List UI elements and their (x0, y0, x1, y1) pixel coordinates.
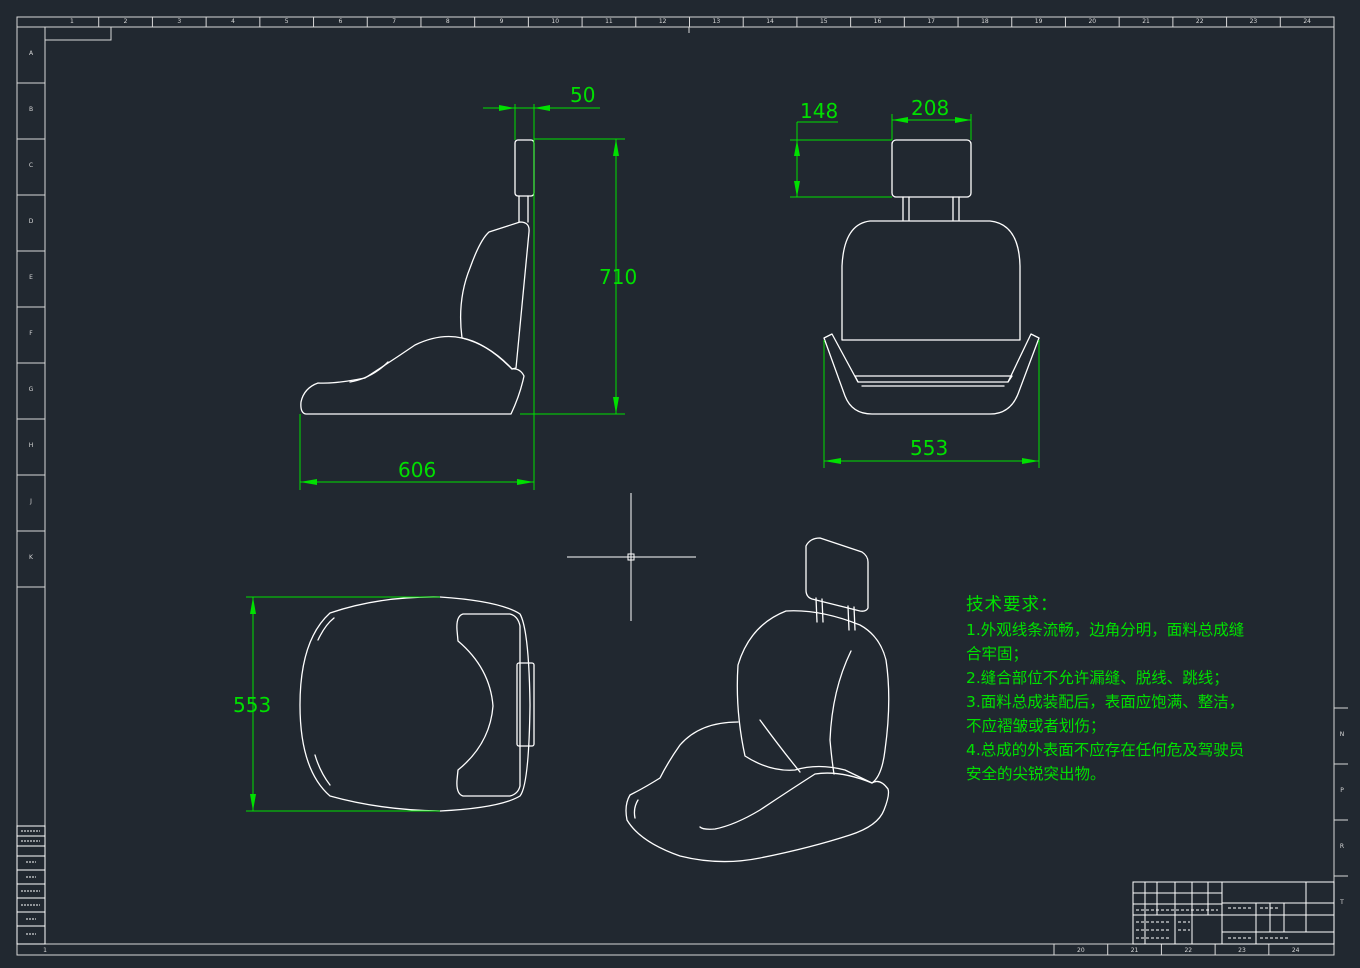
dim-text-side-depth: 606 (398, 458, 436, 482)
dim-text-front-width: 553 (910, 436, 948, 460)
dim-side-depth: 606 (299, 108, 535, 490)
ruler-label: 1 (43, 947, 47, 954)
technical-requirements: 技术要求： 1.外观线条流畅，边角分明，面料总成缝 合牢固； 2.缝合部位不允许… (966, 592, 1296, 786)
ruler-label: H (29, 442, 34, 449)
dim-headrest-thickness: 50 (483, 83, 600, 140)
revision-block (16, 825, 46, 945)
ruler-label: 24 (1292, 947, 1300, 954)
technical-requirement-line: 安全的尖锐突出物。 (966, 765, 1106, 783)
technical-requirement-line: 合牢固； (966, 645, 1029, 663)
ruler-label: 20 (1077, 947, 1085, 954)
ruler-label: 5 (285, 18, 289, 25)
ruler-left: A B C D E F G H J K (17, 50, 45, 588)
ruler-label: J (29, 498, 32, 505)
ruler-label: 11 (605, 18, 613, 25)
ruler-label: 14 (766, 18, 774, 25)
ruler-label: 23 (1238, 947, 1246, 954)
technical-requirement-line: 1.外观线条流畅，边角分明，面料总成缝 (966, 621, 1245, 639)
ruler-label: P (1340, 787, 1344, 794)
dim-side-height: 710 (520, 138, 637, 415)
seat-isometric-view (625, 537, 890, 863)
ruler-label: 1 (70, 18, 74, 25)
ruler-label: 2 (124, 18, 128, 25)
dim-text-front-headrest-height: 148 (800, 99, 838, 123)
ruler-label: 23 (1250, 18, 1258, 25)
ruler-label: F (29, 330, 33, 337)
ruler-label: 16 (874, 18, 882, 25)
dim-text-headrest-thickness: 50 (570, 83, 595, 107)
technical-requirements-title: 技术要求： (966, 595, 1059, 615)
ruler-label: 7 (392, 18, 396, 25)
ruler-label: 19 (1035, 18, 1043, 25)
ruler-label: 22 (1196, 18, 1204, 25)
ruler-label: 12 (659, 18, 667, 25)
dim-front-headrest-width: 208 (891, 96, 972, 140)
ruler-label: 13 (713, 18, 721, 25)
seat-front-view (823, 139, 1040, 415)
ruler-label: T (1339, 899, 1344, 906)
ruler-label: 22 (1184, 947, 1192, 954)
ruler-label: 21 (1131, 947, 1139, 954)
ruler-label: 8 (446, 18, 450, 25)
technical-requirement-line: 4.总成的外表面不应存在任何危及驾驶员 (966, 741, 1245, 759)
ruler-right: N P R T (1334, 707, 1348, 906)
ruler-label: 18 (981, 18, 989, 25)
ruler-label: G (29, 386, 34, 393)
ruler-label: 17 (927, 18, 935, 25)
dim-text-side-height: 710 (599, 265, 637, 289)
ruler-label: C (29, 162, 33, 169)
ruler-label: N (1340, 731, 1345, 738)
ruler-label: R (1340, 843, 1344, 850)
dim-text-front-headrest-width: 208 (911, 96, 949, 120)
sheet-frame (16, 16, 1335, 956)
technical-requirement-line: 3.面料总成装配后，表面应饱满、整洁， (966, 693, 1245, 711)
dim-front-width: 553 (823, 340, 1040, 468)
ruler-label: B (29, 106, 33, 113)
dim-front-headrest-height: 148 (790, 99, 892, 198)
crosshair-cursor-icon (567, 493, 696, 621)
seat-top-view (299, 596, 535, 812)
technical-requirement-line: 不应褶皱或者划伤； (966, 717, 1106, 735)
ruler-label: A (29, 50, 34, 57)
cad-drawing-canvas[interactable]: 1 2 3 4 5 6 7 8 9 10 11 12 13 14 15 16 17 18 19 20 21 22 23 24 … (0, 0, 1360, 968)
title-block (1132, 881, 1335, 945)
ruler-label: 24 (1303, 18, 1311, 25)
ruler-label: 6 (338, 18, 342, 25)
ruler-label: 15 (820, 18, 828, 25)
ruler-label: 20 (1088, 18, 1096, 25)
ruler-label: E (29, 274, 33, 281)
dim-top-width: 553 (233, 596, 440, 812)
ruler-label: D (29, 218, 34, 225)
ruler-label: 3 (177, 18, 181, 25)
ruler-bottom: 20 21 22 23 24 1 (43, 944, 1300, 955)
drawing-sheet[interactable]: 1 2 3 4 5 6 7 8 9 10 11 12 13 14 15 16 17 18 19 20 21 22 23 24 … (0, 0, 1360, 968)
ruler-label: K (29, 554, 34, 561)
ruler-label: 4 (231, 18, 235, 25)
ruler-label: 10 (551, 18, 559, 25)
seat-side-view (300, 139, 535, 415)
ruler-label: 9 (500, 18, 504, 25)
ruler-top: 1 2 3 4 5 6 7 8 9 10 11 12 13 14 15 16 17 18 19 20 21 22 23 24 (70, 17, 1311, 27)
technical-requirement-line: 2.缝合部位不允许漏缝、脱线、跳线； (966, 669, 1229, 687)
dim-text-top-width: 553 (233, 693, 271, 717)
ruler-label: 21 (1142, 18, 1150, 25)
